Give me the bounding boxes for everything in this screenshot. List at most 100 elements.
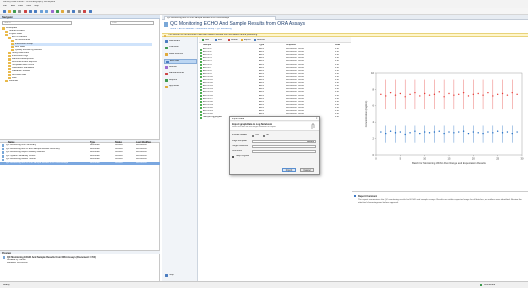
row-status-icon [200,116,202,119]
navigator-title: Navigator [2,15,14,19]
x-tick-label: 30 [521,157,524,161]
x-tick-label: 5 [400,157,402,161]
page-template-select[interactable]: Default [252,139,316,143]
nav-item-reports[interactable]: Reports [164,78,197,83]
th-peak[interactable]: Peak [335,44,340,47]
data-point [511,132,513,135]
stop-icon[interactable] [83,10,86,13]
file-status: Current [115,151,123,154]
comment-icon [354,195,357,198]
nav-item-help[interactable]: Help [164,273,197,278]
keep-original-checkbox[interactable] [232,155,235,158]
file-date: 12/05/2017 [136,147,148,150]
database-icon [165,53,168,56]
y-axis-label: Concentration (mg/mL) [364,101,368,128]
nav-item-overview[interactable]: Overview [164,46,197,51]
x-tick-label: 15 [448,157,451,161]
breadcrumb[interactable]: Home > ECHO Results > Instrument Group >… [170,28,232,31]
new-icon[interactable] [3,10,6,13]
file-row[interactable]: QC Monitoring Report Weekly Results Docum… [0,151,160,155]
comment-field[interactable] [252,149,316,153]
settings-icon[interactable] [67,10,70,13]
document-icon [3,256,6,259]
import-dialog: Import Data × Import graph/data to Log N… [229,116,320,175]
file-name: QC System Suitability Check [6,154,36,157]
target-notebook-field[interactable] [252,144,316,148]
tree-item[interactable]: Favorites [5,80,152,83]
file-row[interactable]: QC Monitoring ECHO and Sample Results Su… [0,148,160,151]
star-icon[interactable] [61,10,64,13]
filter-placeholder: Filter [112,22,118,24]
data-point [492,95,494,97]
radio-no[interactable] [263,134,266,137]
nav-item-data-sources[interactable]: Data Sources [164,52,197,57]
label-include-header: Include header [232,134,248,136]
radio-yes[interactable] [252,134,255,137]
file-date: 12/05/2017 [136,162,148,164]
label-target-notebook: Target notebook [232,145,249,147]
copy-icon[interactable] [29,10,32,13]
data-point [419,95,421,97]
navigator-header: Navigator [0,15,160,19]
file-row[interactable]: QC Monitoring ECHO And Sample Results fr… [0,162,160,165]
delete-icon[interactable] [24,10,27,13]
radio-yes-label: Yes [255,134,259,136]
refresh-button[interactable]: Refresh [254,39,266,42]
nav-item-edit-data[interactable]: Edit Data [164,58,197,64]
nav-item-label: Manual Entries [169,72,185,75]
document-header: QC Monitoring ECHO And Sample Results fr… [162,20,528,33]
import-button[interactable]: Import [282,168,296,172]
search-input[interactable]: Search [2,21,72,25]
paste-icon[interactable] [34,10,37,13]
th-type[interactable]: Type [259,44,264,47]
th-acquired[interactable]: Acquired [286,44,296,47]
data-point [458,93,460,96]
redo-icon[interactable] [45,10,48,13]
filter-input[interactable]: Filter [110,21,154,25]
cell-peak: 1.00 [335,116,340,119]
cancel-button[interactable]: Cancel [300,168,314,172]
nav-item-approvals[interactable]: Approvals [164,85,197,90]
dashboard-icon [165,40,168,43]
data-point [472,93,475,96]
refresh-icon[interactable] [72,10,75,13]
delete-button[interactable]: Delete [228,39,240,42]
data-point [467,95,470,97]
chart-icon[interactable] [51,10,54,13]
data-point [462,130,465,132]
nav-item-results[interactable]: Results [164,65,197,70]
open-folder-icon[interactable] [8,10,11,13]
import-button-label: Import [285,170,293,172]
folder-icon [5,80,8,83]
data-point [443,132,445,135]
filter-icon[interactable] [78,10,81,13]
file-type: Document [90,144,101,146]
table-icon[interactable] [56,10,59,13]
data-point [477,92,479,95]
section-nav: Dashboard Overview Data Sources Edit Data Re… [162,37,198,281]
nav-item-manual-entries[interactable]: Manual Entries [164,72,197,77]
edit-button[interactable]: Edit [215,39,227,42]
y-tick-label: 6 [373,104,375,108]
file-name: QC Monitoring Report Weekly Results [6,151,45,154]
th-sample[interactable]: Sample [203,44,211,47]
print-icon[interactable] [18,10,21,13]
help-icon[interactable] [89,10,92,13]
toolbar-button-label: Refresh [257,38,266,41]
data-point [419,132,421,135]
x-axis-label: Batch for Monitoring Within Run Range an… [412,161,486,165]
main-toolbar [0,8,528,15]
file-name: QC Monitoring Result Trends [6,158,36,161]
undo-icon[interactable] [40,10,43,13]
data-point [477,132,479,134]
export-button[interactable]: Export [241,39,253,42]
file-row[interactable]: QC Monitoring Result Trends Document Curre… [0,158,160,162]
file-row[interactable]: QC Monitoring Run Summary Document Current… [0,144,160,147]
save-icon[interactable] [13,10,16,13]
close-icon[interactable]: × [316,117,318,121]
add-button[interactable]: Add [202,39,214,42]
overview-icon [165,46,168,50]
tab-document[interactable]: QC Monitoring ECHO And Sample Results fr… [164,15,276,20]
nav-item-dashboard[interactable]: Dashboard [164,39,197,44]
file-row[interactable]: QC System Suitability Check Document Curre… [0,155,160,158]
